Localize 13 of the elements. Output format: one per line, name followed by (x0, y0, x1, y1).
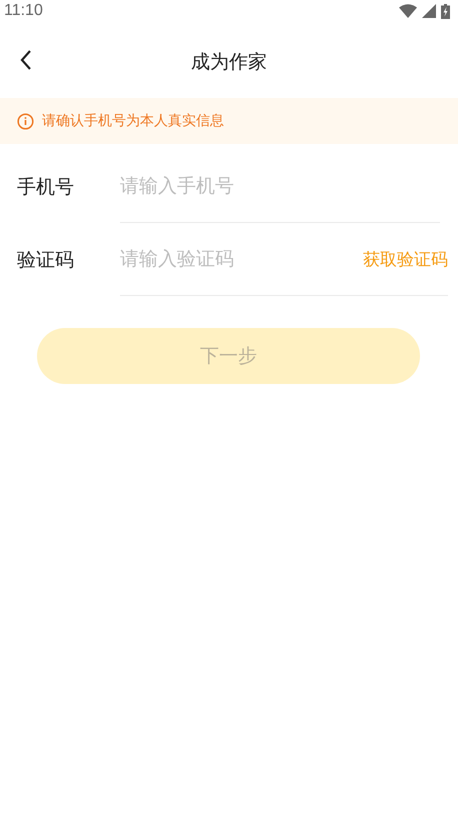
input-field[interactable]: 请输入手机号 (120, 175, 440, 197)
info-icon (17, 112, 34, 130)
back-icon[interactable] (20, 50, 32, 70)
field-label: 验证码 (17, 248, 75, 272)
page-title: 成为作家 (191, 50, 267, 74)
battery-icon (441, 4, 450, 18)
status-time: 11:10 (4, 2, 43, 20)
signal-icon (422, 4, 436, 18)
get-code-link[interactable]: 获取验证码 (363, 248, 448, 270)
input-field[interactable]: 请输入验证码 (120, 248, 363, 270)
notice-text: 请确认手机号为本人真实信息 (42, 112, 224, 130)
field-label: 手机号 (17, 174, 75, 200)
wifi-icon (399, 4, 417, 18)
